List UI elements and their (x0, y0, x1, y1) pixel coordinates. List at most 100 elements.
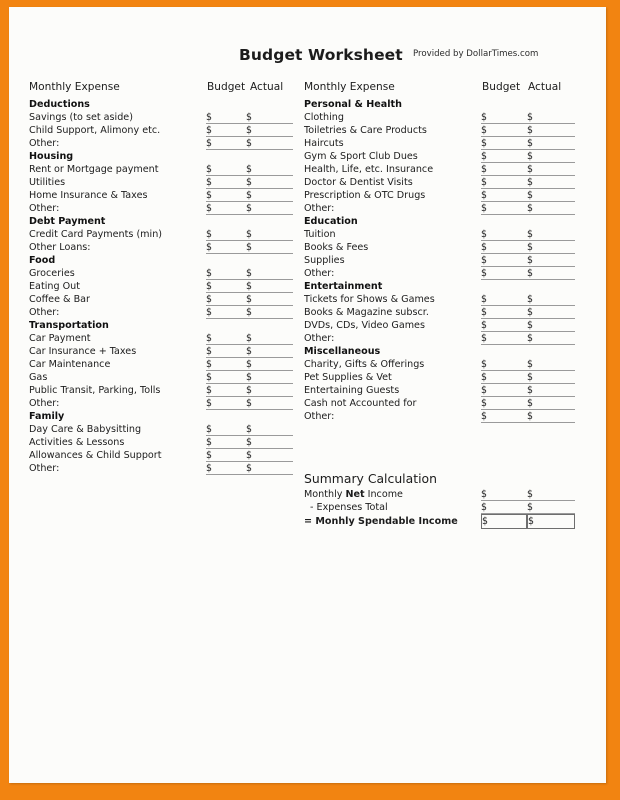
budget-amount-field[interactable]: $ (206, 125, 246, 137)
actual-amount-field[interactable]: $ (527, 151, 575, 163)
budget-amount-field[interactable]: $ (206, 138, 246, 150)
budget-amount-field[interactable]: $ (481, 138, 527, 150)
actual-amount-field[interactable]: $ (527, 411, 575, 423)
actual-amount-field[interactable]: $ (246, 437, 293, 449)
budget-amount-field[interactable]: $ (206, 359, 246, 371)
budget-amount-field[interactable]: $ (206, 307, 246, 319)
actual-amount-field[interactable]: $ (246, 450, 293, 462)
summary-budget-field[interactable]: $ (481, 489, 527, 501)
actual-amount-field[interactable]: $ (527, 229, 575, 241)
budget-amount-field[interactable]: $ (206, 333, 246, 345)
budget-amount-field[interactable]: $ (481, 177, 527, 189)
actual-amount-field[interactable]: $ (527, 125, 575, 137)
actual-amount-field[interactable]: $ (246, 294, 293, 306)
summary-actual-field[interactable]: $ (527, 502, 575, 514)
actual-amount-field[interactable]: $ (527, 203, 575, 215)
actual-amount-field[interactable]: $ (527, 385, 575, 397)
actual-amount-field[interactable]: $ (246, 125, 293, 137)
actual-amount-field[interactable]: $ (527, 320, 575, 332)
budget-amount-field[interactable]: $ (206, 437, 246, 449)
actual-amount-field[interactable]: $ (246, 229, 293, 241)
actual-amount-field[interactable]: $ (527, 372, 575, 384)
summary-actual-field[interactable]: $ (527, 489, 575, 501)
budget-amount-field[interactable]: $ (206, 346, 246, 358)
actual-amount-field[interactable]: $ (246, 177, 293, 189)
actual-amount-field[interactable]: $ (246, 398, 293, 410)
actual-amount-field[interactable]: $ (527, 242, 575, 254)
expense-label: Other: (29, 203, 60, 214)
summary-actual-field[interactable]: $ (527, 514, 575, 529)
budget-amount-field[interactable]: $ (206, 229, 246, 241)
budget-amount-field[interactable]: $ (206, 164, 246, 176)
actual-amount-field[interactable]: $ (527, 294, 575, 306)
budget-amount-field[interactable]: $ (206, 385, 246, 397)
actual-amount-field[interactable]: $ (527, 268, 575, 280)
budget-amount-field[interactable]: $ (481, 190, 527, 202)
budget-amount-field[interactable]: $ (481, 320, 527, 332)
actual-amount-field[interactable]: $ (246, 138, 293, 150)
budget-amount-field[interactable]: $ (481, 112, 527, 124)
actual-amount-field[interactable]: $ (527, 138, 575, 150)
budget-amount-field[interactable]: $ (206, 424, 246, 436)
budget-amount-field[interactable]: $ (206, 450, 246, 462)
actual-amount-field[interactable]: $ (527, 398, 575, 410)
actual-amount-field[interactable]: $ (246, 268, 293, 280)
budget-amount-field[interactable]: $ (481, 242, 527, 254)
actual-amount-field[interactable]: $ (527, 190, 575, 202)
actual-amount-field[interactable]: $ (527, 333, 575, 345)
budget-amount-field[interactable]: $ (481, 164, 527, 176)
actual-amount-field[interactable]: $ (527, 359, 575, 371)
budget-amount-field[interactable]: $ (206, 294, 246, 306)
budget-amount-field[interactable]: $ (481, 398, 527, 410)
budget-amount-field[interactable]: $ (481, 125, 527, 137)
actual-amount-field[interactable]: $ (246, 164, 293, 176)
budget-amount-field[interactable]: $ (481, 203, 527, 215)
budget-amount-field[interactable]: $ (206, 177, 246, 189)
actual-amount-field[interactable]: $ (527, 307, 575, 319)
actual-amount-field[interactable]: $ (246, 372, 293, 384)
budget-amount-field[interactable]: $ (206, 372, 246, 384)
actual-amount-field[interactable]: $ (246, 463, 293, 475)
budget-amount-field[interactable]: $ (206, 398, 246, 410)
budget-amount-field[interactable]: $ (206, 112, 246, 124)
budget-amount-field[interactable]: $ (481, 307, 527, 319)
budget-amount-field[interactable]: $ (206, 463, 246, 475)
budget-amount-field[interactable]: $ (206, 268, 246, 280)
expense-label: Other: (29, 463, 60, 474)
summary-budget-field[interactable]: $ (481, 514, 527, 529)
expense-row: Toiletries & Care Products $ $ (304, 124, 579, 137)
actual-amount-field[interactable]: $ (246, 203, 293, 215)
budget-amount-field[interactable]: $ (481, 372, 527, 384)
currency-symbol: $ (246, 385, 252, 396)
budget-amount-field[interactable]: $ (481, 268, 527, 280)
actual-amount-field[interactable]: $ (527, 255, 575, 267)
actual-amount-field[interactable]: $ (246, 385, 293, 397)
actual-amount-field[interactable]: $ (246, 333, 293, 345)
actual-amount-field[interactable]: $ (246, 346, 293, 358)
actual-amount-field[interactable]: $ (246, 424, 293, 436)
actual-amount-field[interactable]: $ (246, 190, 293, 202)
actual-amount-field[interactable]: $ (246, 359, 293, 371)
summary-row: Monthly Net Income $ $ (304, 488, 579, 501)
actual-amount-field[interactable]: $ (246, 281, 293, 293)
actual-amount-field[interactable]: $ (246, 112, 293, 124)
budget-amount-field[interactable]: $ (206, 190, 246, 202)
budget-amount-field[interactable]: $ (481, 294, 527, 306)
actual-amount-field[interactable]: $ (527, 112, 575, 124)
budget-amount-field[interactable]: $ (481, 255, 527, 267)
actual-amount-field[interactable]: $ (246, 242, 293, 254)
budget-amount-field[interactable]: $ (206, 281, 246, 293)
actual-amount-field[interactable]: $ (246, 307, 293, 319)
budget-amount-field[interactable]: $ (206, 242, 246, 254)
actual-amount-field[interactable]: $ (527, 177, 575, 189)
budget-amount-field[interactable]: $ (481, 151, 527, 163)
budget-amount-field[interactable]: $ (481, 359, 527, 371)
budget-amount-field[interactable]: $ (481, 411, 527, 423)
summary-budget-field[interactable]: $ (481, 502, 527, 514)
currency-symbol: $ (481, 125, 487, 136)
budget-amount-field[interactable]: $ (481, 385, 527, 397)
budget-amount-field[interactable]: $ (481, 333, 527, 345)
budget-amount-field[interactable]: $ (481, 229, 527, 241)
budget-amount-field[interactable]: $ (206, 203, 246, 215)
actual-amount-field[interactable]: $ (527, 164, 575, 176)
